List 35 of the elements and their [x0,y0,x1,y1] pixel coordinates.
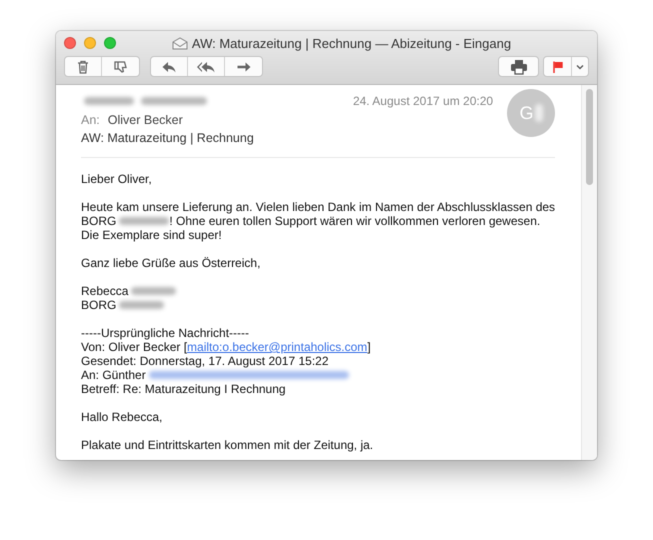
recipient-name: Oliver Becker [108,113,183,127]
redacted-text [119,301,164,309]
message-text: Lieber Oliver, [81,172,152,186]
message-subject: AW: Maturazeitung | Rechnung [81,131,255,145]
redacted-text [141,97,207,105]
recipient-label: An: [81,113,100,127]
message-text: Ganz liebe Grüße aus Österreich, [81,256,260,270]
message-text: Von: Oliver Becker [ [81,340,188,354]
message-text: ! Ohne euren tollen Support wären wir vollkommen verloren gewesen. [169,214,540,228]
envelope-icon [172,36,188,50]
window-title: AW: Maturazeitung | Rechnung — Abizeitung - Eingang [192,36,512,50]
trash-icon [75,58,91,74]
redacted-text [119,217,170,225]
message-text: An: Günther [81,368,146,382]
message-text: -----Ursprüngliche Nachricht----- [81,326,250,340]
message-text: Gesendet: Donnerstag, 17. August 2017 15:22 [81,354,329,368]
message-text: Plakate und Eintrittskarten kommen mit der Zeitung, ja. [81,438,374,452]
message-text: ] [367,340,371,354]
redacted-text [534,104,543,122]
message-text: Hallo Rebecca, [81,410,162,424]
thumbs-down-icon [112,58,128,74]
message-text: Betreff: Re: Maturazeitung I Rechnung [81,382,286,396]
email-link[interactable]: mailto:o.becker@printaholics.com [187,340,368,354]
redacted-text [131,287,176,295]
printer-icon [510,58,528,74]
message-date: 24. August 2017 um 20:20 [352,94,494,108]
message-text: BORG [81,214,116,228]
message-text: Heute kam unsere Lieferung an. Vielen lieben Dank im Namen der Abschlussklassen des [81,200,556,214]
redacted-text [84,97,134,105]
close-button[interactable] [64,37,76,49]
message-text: Rebecca [81,284,128,298]
caret-icon [576,64,584,70]
scrollbar[interactable] [581,85,597,460]
message-text: BORG [81,298,116,312]
message-text: Die Exemplare sind super! [81,228,222,242]
